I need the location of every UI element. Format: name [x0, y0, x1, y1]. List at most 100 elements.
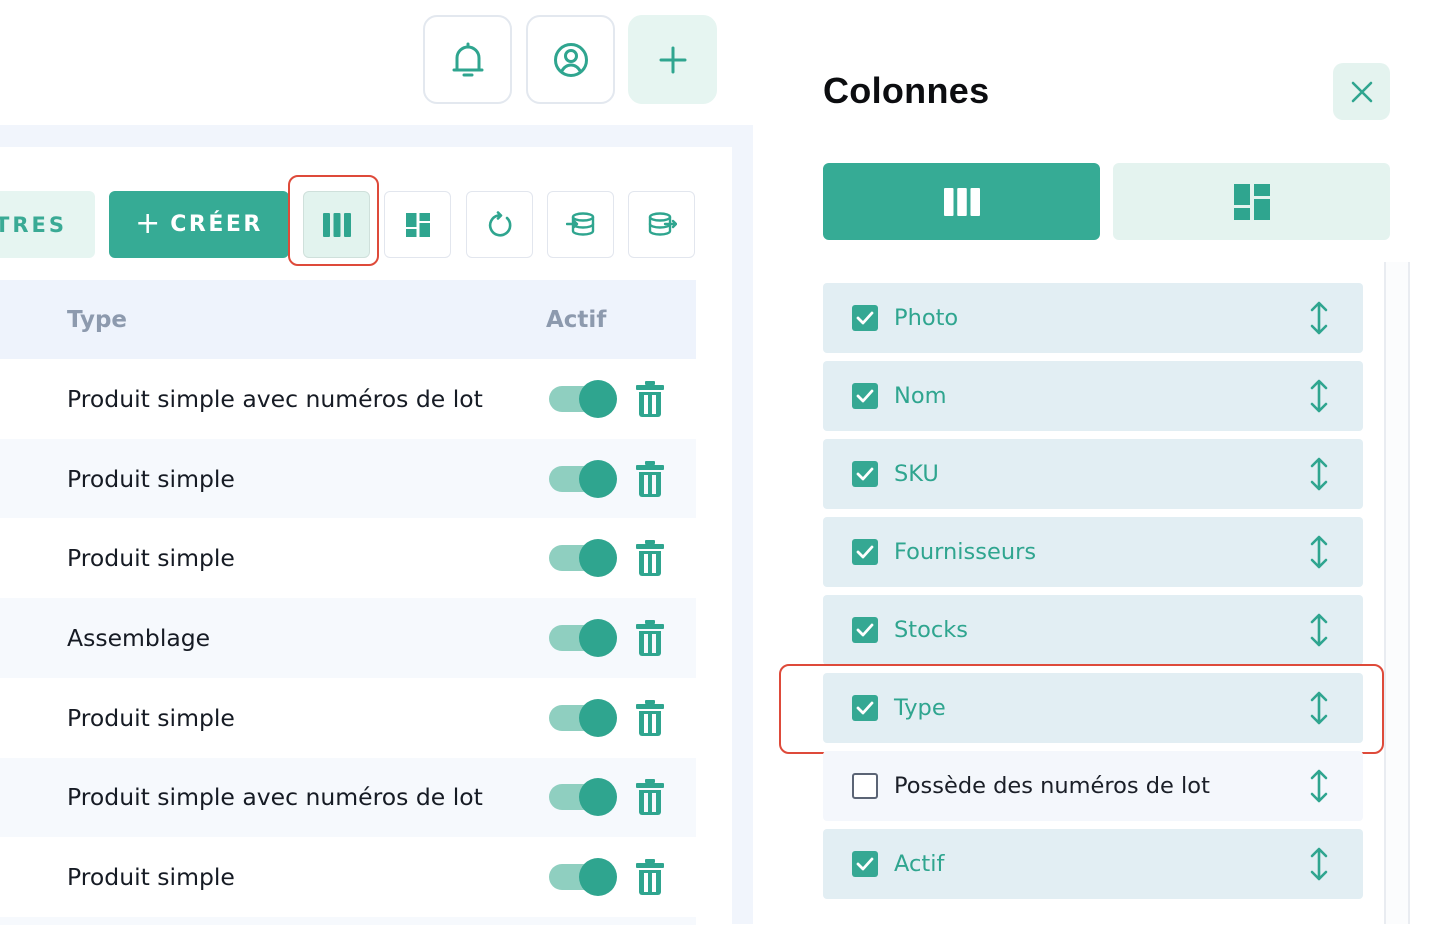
notifications-button[interactable]	[423, 15, 512, 104]
column-item-lot-numbers[interactable]: Possède des numéros de lot	[823, 751, 1363, 821]
row-type: Produit simple avec numéros de lot	[67, 783, 483, 812]
column-label: Possède des numéros de lot	[894, 773, 1210, 799]
column-item-type[interactable]: Type	[823, 673, 1363, 743]
database-import-icon	[565, 211, 594, 236]
create-plus-icon: +	[135, 205, 161, 241]
check-icon	[856, 857, 874, 871]
active-toggle[interactable]	[549, 858, 617, 897]
check-icon	[856, 389, 874, 403]
row-type: Assemblage	[67, 623, 211, 652]
column-header-active[interactable]: Actif	[546, 280, 606, 359]
table-header: Type Actif	[0, 280, 696, 359]
column-item-photo[interactable]: Photo	[823, 283, 1363, 353]
check-icon	[856, 545, 874, 559]
trash-icon	[636, 619, 664, 656]
add-button[interactable]	[628, 15, 717, 104]
trash-icon	[636, 779, 664, 816]
check-icon	[856, 311, 874, 325]
filters-button[interactable]: TRES	[0, 191, 95, 258]
profile-button[interactable]	[526, 15, 615, 104]
layout-button[interactable]	[384, 191, 451, 258]
column-item-fournisseurs[interactable]: Fournisseurs	[823, 517, 1363, 587]
columns-button[interactable]	[303, 191, 370, 258]
table-row: Produit simple	[0, 678, 696, 758]
layout-tab[interactable]	[1113, 163, 1390, 240]
export-button[interactable]	[628, 191, 695, 258]
active-toggle[interactable]	[549, 778, 617, 817]
active-toggle[interactable]	[549, 379, 617, 418]
delete-button[interactable]	[636, 779, 664, 816]
active-toggle[interactable]	[549, 698, 617, 737]
scrollbar[interactable]	[1384, 262, 1410, 924]
row-type: Produit simple avec numéros de lot	[67, 384, 483, 413]
row-type: Produit simple	[67, 464, 235, 493]
column-checkbox[interactable]	[852, 539, 878, 565]
delete-button[interactable]	[636, 540, 664, 577]
drawer-title: Colonnes	[823, 70, 990, 111]
drag-handle-icon[interactable]	[1307, 378, 1331, 414]
table-row: Produit simple	[0, 438, 696, 519]
user-circle-icon	[553, 42, 588, 77]
check-icon	[856, 623, 874, 637]
table-row: Produit simple avec numéros de lot	[0, 757, 696, 838]
columns-tab[interactable]	[823, 163, 1100, 240]
table-row: Produit simple	[0, 518, 696, 598]
active-toggle[interactable]	[549, 618, 617, 657]
column-label: Actif	[894, 851, 945, 877]
column-header-type[interactable]: Type	[67, 280, 127, 359]
column-item-sku[interactable]: SKU	[823, 439, 1363, 509]
column-checkbox[interactable]	[852, 305, 878, 331]
column-label: SKU	[894, 461, 939, 487]
drag-handle-icon[interactable]	[1307, 456, 1331, 492]
active-toggle[interactable]	[549, 459, 617, 498]
column-checkbox[interactable]	[852, 773, 878, 799]
drag-handle-icon[interactable]	[1307, 612, 1331, 648]
active-toggle[interactable]	[549, 539, 617, 578]
column-checkbox[interactable]	[852, 461, 878, 487]
table-row: Produit simple avec numéros de lot	[0, 359, 696, 439]
create-button[interactable]: + CRÉER	[109, 191, 289, 258]
drag-handle-icon[interactable]	[1307, 534, 1331, 570]
delete-button[interactable]	[636, 619, 664, 656]
database-export-icon	[648, 211, 677, 236]
trash-icon	[636, 540, 664, 577]
delete-button[interactable]	[636, 859, 664, 896]
column-checkbox[interactable]	[852, 695, 878, 721]
filters-label: TRES	[0, 212, 67, 237]
column-label: Stocks	[894, 617, 968, 643]
column-item-actif[interactable]: Actif	[823, 829, 1363, 899]
column-label: Photo	[894, 305, 959, 331]
close-button[interactable]	[1333, 63, 1390, 120]
column-checkbox[interactable]	[852, 851, 878, 877]
drag-handle-icon[interactable]	[1307, 768, 1331, 804]
delete-button[interactable]	[636, 460, 664, 497]
table-row: Produit simple	[0, 837, 696, 917]
drag-handle-icon[interactable]	[1307, 846, 1331, 882]
check-icon	[856, 701, 874, 715]
drag-handle-icon[interactable]	[1307, 690, 1331, 726]
refresh-icon	[488, 210, 511, 237]
column-item-stocks[interactable]: Stocks	[823, 595, 1363, 665]
close-icon	[1351, 81, 1372, 102]
trash-icon	[636, 699, 664, 736]
check-icon	[856, 467, 874, 481]
column-label: Nom	[894, 383, 947, 409]
dashboard-icon	[405, 212, 430, 237]
column-label: Type	[894, 695, 946, 721]
columns-icon	[943, 187, 980, 216]
column-checkbox[interactable]	[852, 617, 878, 643]
column-checkbox[interactable]	[852, 383, 878, 409]
trash-icon	[636, 380, 664, 417]
row-type: Produit simple	[67, 863, 235, 892]
bell-icon	[452, 42, 483, 76]
columns-icon	[322, 212, 351, 237]
refresh-button[interactable]	[466, 191, 533, 258]
row-type: Produit simple	[67, 703, 235, 732]
delete-button[interactable]	[636, 380, 664, 417]
dashboard-icon	[1233, 183, 1270, 220]
import-button[interactable]	[547, 191, 614, 258]
drag-handle-icon[interactable]	[1307, 300, 1331, 336]
column-item-nom[interactable]: Nom	[823, 361, 1363, 431]
row-type: Produit simple	[67, 544, 235, 573]
delete-button[interactable]	[636, 699, 664, 736]
